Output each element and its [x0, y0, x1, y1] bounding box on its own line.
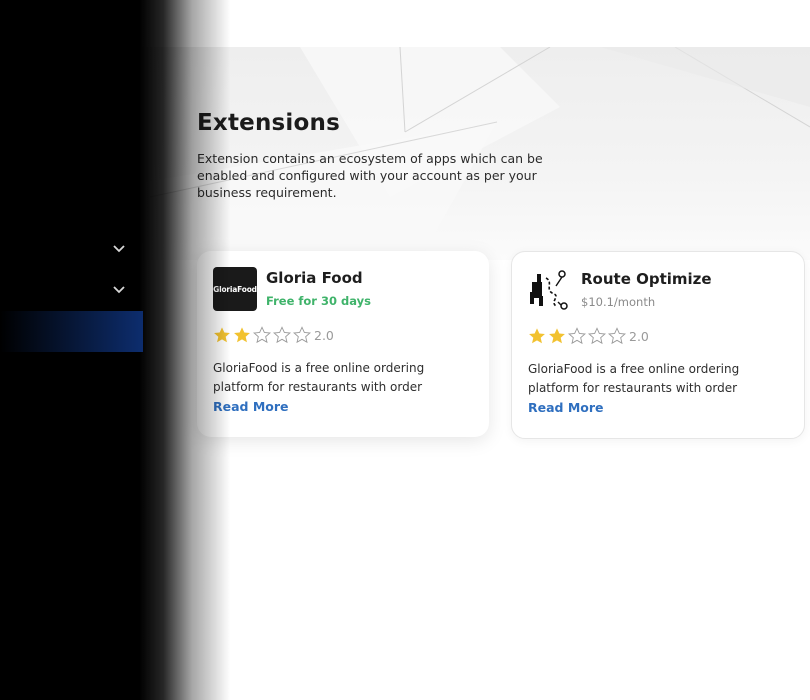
extension-price: Free for 30 days [266, 294, 371, 308]
star-empty-icon [253, 326, 271, 344]
extension-name: Gloria Food [266, 269, 363, 287]
extension-name: Route Optimize [581, 270, 712, 288]
star-empty-icon [273, 326, 291, 344]
rating-value: 2.0 [314, 327, 334, 343]
rating-stars: 2.0 [528, 327, 649, 345]
rating-value: 2.0 [629, 328, 649, 344]
extension-card-gloria-food[interactable]: GloriaFood Gloria Food Free for 30 days … [197, 251, 489, 437]
read-more-link[interactable]: Read More [213, 399, 289, 414]
star-empty-icon [568, 327, 586, 345]
extension-card-route-optimize[interactable]: Route Optimize $10.1/month 2.0 GloriaFoo… [511, 251, 805, 439]
sidebar-item-active[interactable] [0, 311, 143, 352]
star-filled-icon [549, 328, 565, 344]
route-icon [530, 270, 568, 310]
star-filled-icon [214, 327, 230, 343]
star-empty-icon [608, 327, 626, 345]
extension-price: $10.1/month [581, 295, 656, 309]
page-title: Extensions [197, 110, 340, 136]
rating-stars: 2.0 [213, 326, 334, 344]
star-empty-icon [293, 326, 311, 344]
extension-description: GloriaFood is a free online ordering pla… [528, 362, 740, 395]
star-filled-icon [234, 327, 250, 343]
star-filled-icon [529, 328, 545, 344]
chevron-down-icon[interactable] [111, 285, 127, 295]
extension-description: GloriaFood is a free online ordering pla… [213, 361, 425, 394]
chevron-down-icon[interactable] [111, 244, 127, 254]
star-empty-icon [588, 327, 606, 345]
gloriafood-logo: GloriaFood [213, 267, 257, 311]
page-description: Extension contains an ecosystem of apps … [197, 151, 543, 200]
sidebar [0, 0, 145, 700]
read-more-link[interactable]: Read More [528, 400, 604, 415]
